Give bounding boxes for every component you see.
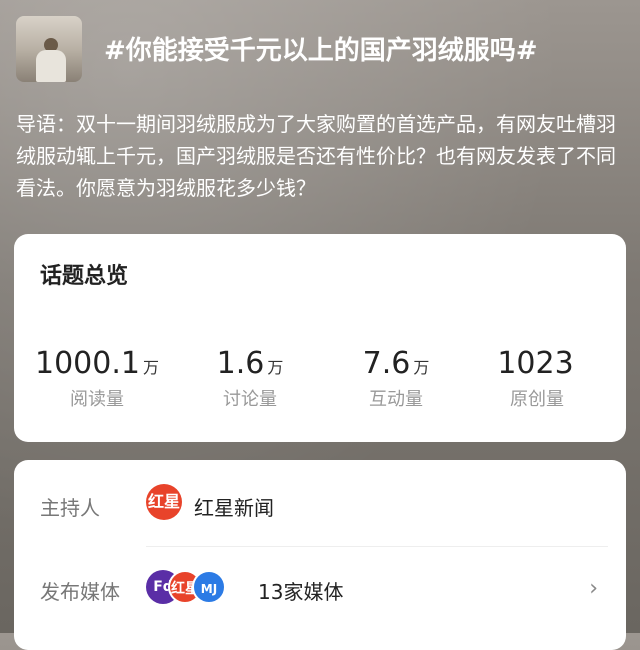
thumbnail-figure-body	[36, 50, 66, 82]
media-logos: Fd 红星 MJ	[146, 570, 228, 604]
host-label: 主持人	[40, 496, 100, 520]
topic-title: #你能接受千元以上的国产羽绒服吗#	[104, 36, 538, 66]
media-logo-icon: MJ	[192, 570, 226, 604]
media-count: 13家媒体	[258, 580, 344, 604]
host-name: 红星新闻	[194, 496, 274, 520]
info-card: 主持人 红星 红星新闻 发布媒体 Fd 红星 MJ 13家媒体 ›	[14, 460, 626, 650]
stat-interactions: 7.6 万 互动量	[321, 346, 471, 411]
stat-reads: 1000.1 万 阅读量	[22, 346, 172, 411]
topic-intro: 导语：双十一期间羽绒服成为了大家购置的首选产品，有网友吐槽羽绒服动辄上千元，国产…	[16, 112, 616, 200]
overview-card: 话题总览 1000.1 万 阅读量 1.6 万 讨论量 7.6 万 互动量 1023 …	[14, 234, 626, 442]
row-divider	[146, 546, 608, 547]
stat-label: 阅读量	[70, 389, 124, 410]
host-row[interactable]: 主持人 红星 红星新闻	[40, 484, 600, 524]
stat-label: 讨论量	[223, 389, 277, 410]
media-label: 发布媒体	[40, 580, 120, 604]
stat-originals: 1023 原创量	[462, 346, 612, 411]
chevron-right-icon[interactable]: ›	[589, 576, 598, 601]
host-logo-icon: 红星	[146, 484, 182, 520]
stat-value: 7.6	[362, 346, 411, 381]
stat-value: 1000.1	[35, 346, 140, 381]
stat-discussions: 1.6 万 讨论量	[175, 346, 325, 411]
stat-unit: 万	[413, 358, 430, 377]
stat-unit: 万	[142, 358, 159, 377]
stat-label: 互动量	[369, 389, 423, 410]
stats-row: 1000.1 万 阅读量 1.6 万 讨论量 7.6 万 互动量 1023 原创量	[14, 346, 626, 416]
stat-label: 原创量	[510, 389, 564, 410]
stat-unit: 万	[267, 358, 284, 377]
overview-title: 话题总览	[40, 264, 129, 289]
topic-thumbnail[interactable]	[16, 16, 82, 82]
stat-value: 1023	[497, 346, 574, 381]
media-row[interactable]: 发布媒体 Fd 红星 MJ 13家媒体 ›	[40, 568, 600, 608]
stat-value: 1.6	[216, 346, 265, 381]
